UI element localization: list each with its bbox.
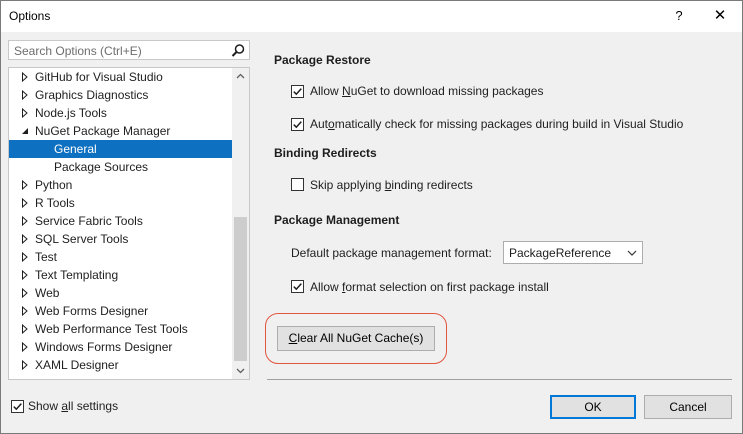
tree-item-label: Service Fabric Tools <box>35 214 143 228</box>
tree-item[interactable]: Web <box>9 284 233 302</box>
tree-item-label: Web Performance Test Tools <box>35 322 188 336</box>
allow-format-selection-label[interactable]: Allow format selection on first package … <box>310 280 549 294</box>
auto-check-missing-packages-label[interactable]: Automatically check for missing packages… <box>310 117 683 131</box>
scrollbar-thumb[interactable] <box>234 217 247 361</box>
checkmark-icon <box>293 121 302 129</box>
allow-nuget-download-label[interactable]: Allow NuGet to download missing packages <box>310 84 543 98</box>
tree-item-label: Web Forms Designer <box>35 304 149 318</box>
tree-item-label: Windows Forms Designer <box>35 340 173 354</box>
skip-binding-redirects-checkbox[interactable] <box>291 178 304 191</box>
auto-check-missing-packages-checkbox[interactable] <box>291 118 304 131</box>
ok-button[interactable]: OK <box>550 395 636 419</box>
package-management-heading: Package Management <box>274 213 400 227</box>
tree-item[interactable]: R Tools <box>9 194 233 212</box>
tree-item-label: Node.js Tools <box>35 106 107 120</box>
package-format-value: PackageReference <box>509 246 612 260</box>
tree-item[interactable]: Python <box>9 176 233 194</box>
collapsed-arrow-icon[interactable] <box>20 302 30 320</box>
tree-item-label: General <box>54 142 97 156</box>
tree-item-label: Web <box>35 286 60 300</box>
tree-item-label: XAML Designer <box>35 358 119 372</box>
tree-item-label: Graphics Diagnostics <box>35 88 149 102</box>
search-placeholder: Search Options (Ctrl+E) <box>14 44 142 58</box>
window-title: Options <box>9 9 51 23</box>
checkmark-icon <box>293 283 302 291</box>
tree-item-label: Text Templating <box>35 268 119 282</box>
package-format-dropdown[interactable]: PackageReference <box>503 241 643 264</box>
help-button[interactable]: ? <box>666 4 692 28</box>
collapsed-arrow-icon[interactable] <box>20 248 30 266</box>
search-icon[interactable] <box>230 43 246 59</box>
binding-redirects-heading: Binding Redirects <box>274 146 377 160</box>
tree-item[interactable]: Test <box>9 248 233 266</box>
scroll-up-arrow-icon[interactable] <box>232 68 249 85</box>
tree-item[interactable]: General <box>9 140 233 158</box>
options-tree[interactable]: XAML Designer Windows Forms Designer Web P… <box>8 67 250 380</box>
show-all-settings-checkbox[interactable] <box>11 400 24 413</box>
collapsed-arrow-icon[interactable] <box>20 266 30 284</box>
search-options-input[interactable]: Search Options (Ctrl+E) <box>8 40 250 60</box>
collapsed-arrow-icon[interactable] <box>20 86 30 104</box>
collapsed-arrow-icon[interactable] <box>20 320 30 338</box>
expanded-arrow-icon[interactable] <box>20 122 30 140</box>
tree-item[interactable]: Web Forms Designer <box>9 302 233 320</box>
tree-item-label: GitHub for Visual Studio <box>35 70 163 84</box>
collapsed-arrow-icon[interactable] <box>20 212 30 230</box>
collapsed-arrow-icon[interactable] <box>20 104 30 122</box>
tree-item-label: Package Sources <box>54 160 149 174</box>
tree-item[interactable]: Node.js Tools <box>9 104 233 122</box>
default-format-label: Default package management format: <box>291 246 492 260</box>
tree-item-label: R Tools <box>35 196 75 210</box>
collapsed-arrow-icon[interactable] <box>20 356 30 374</box>
collapsed-arrow-icon[interactable] <box>20 176 30 194</box>
collapsed-arrow-icon[interactable] <box>20 68 30 86</box>
tree-item[interactable]: SQL Server Tools <box>9 230 233 248</box>
tree-item[interactable]: Web Performance Test Tools <box>9 320 233 338</box>
options-dialog: Options ? ✕ Search Options (Ctrl+E) XAML… <box>0 0 743 434</box>
title-bar: Options ? ✕ <box>1 1 742 32</box>
package-restore-heading: Package Restore <box>274 53 371 67</box>
chevron-down-icon <box>627 250 637 256</box>
collapsed-arrow-icon[interactable] <box>20 230 30 248</box>
scroll-down-arrow-icon[interactable] <box>232 362 249 379</box>
checkmark-icon <box>293 88 302 96</box>
tree-item-label: SQL Server Tools <box>35 232 129 246</box>
cancel-button[interactable]: Cancel <box>644 395 732 419</box>
collapsed-arrow-icon[interactable] <box>20 284 30 302</box>
tree-item[interactable]: Package Sources <box>9 158 233 176</box>
tree-item-label: Python <box>35 178 73 192</box>
skip-binding-redirects-label[interactable]: Skip applying binding redirects <box>310 178 473 192</box>
tree-item[interactable]: NuGet Package Manager <box>9 122 233 140</box>
collapsed-arrow-icon[interactable] <box>20 194 30 212</box>
tree-item-label: NuGet Package Manager <box>35 124 171 138</box>
tree-item[interactable]: GitHub for Visual Studio <box>9 68 233 86</box>
tree-item-label: Test <box>35 250 58 264</box>
tree-scrollbar[interactable] <box>232 68 249 379</box>
collapsed-arrow-icon[interactable] <box>20 338 30 356</box>
tree-item[interactable]: Graphics Diagnostics <box>9 86 233 104</box>
checkmark-icon <box>13 403 22 411</box>
close-button[interactable]: ✕ <box>707 4 733 28</box>
tree-item[interactable]: Service Fabric Tools <box>9 212 233 230</box>
tree-item[interactable]: Windows Forms Designer <box>9 338 233 356</box>
allow-format-selection-checkbox[interactable] <box>291 280 304 293</box>
clear-nuget-cache-button[interactable]: Clear All NuGet Cache(s) <box>277 326 435 351</box>
tree-item[interactable]: Text Templating <box>9 266 233 284</box>
allow-nuget-download-checkbox[interactable] <box>291 85 304 98</box>
show-all-settings-label[interactable]: Show all settings <box>28 399 118 413</box>
tree-item[interactable]: XAML Designer <box>9 356 233 374</box>
footer-divider <box>267 379 732 380</box>
